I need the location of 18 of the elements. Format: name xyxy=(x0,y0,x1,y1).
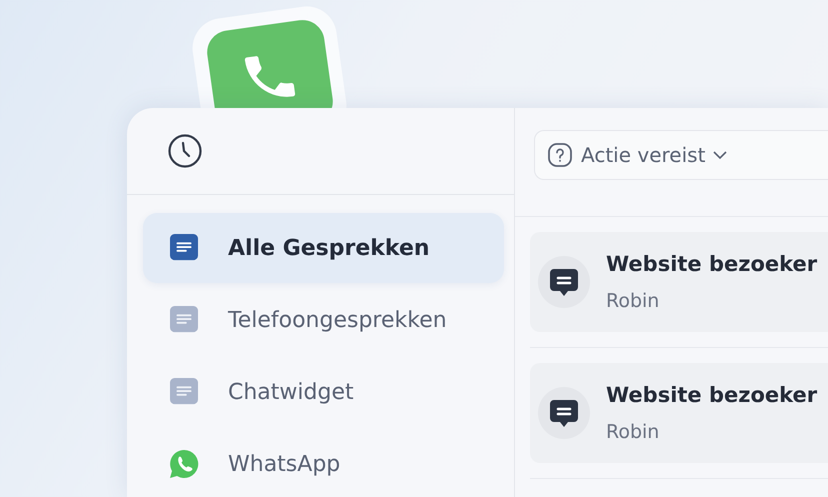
whatsapp-icon xyxy=(168,448,200,480)
conversation-title: Website bezoeker xyxy=(606,252,818,276)
conversation-card[interactable]: Website bezoeker Robin xyxy=(530,363,828,463)
conversation-title: Website bezoeker xyxy=(606,383,818,407)
list-icon xyxy=(168,306,200,334)
list-icon xyxy=(168,378,200,406)
conversation-subtitle: Robin xyxy=(606,290,660,312)
filter-dropdown[interactable]: Actie vereist xyxy=(534,130,828,180)
sidebar-item[interactable]: WhatsApp xyxy=(143,429,504,497)
help-icon xyxy=(547,142,573,168)
sidebar-item[interactable]: Telefoongesprekken xyxy=(143,285,504,355)
list-icon xyxy=(168,234,200,262)
conversation-subtitle: Robin xyxy=(606,421,660,443)
clock-icon[interactable] xyxy=(167,133,203,169)
sidebar-item[interactable]: Chatwidget xyxy=(143,357,504,427)
conversation-card[interactable]: Website bezoeker Robin xyxy=(530,232,828,332)
sidebar-item[interactable]: Alle Gesprekken xyxy=(143,213,504,283)
chevron-down-icon xyxy=(713,150,728,160)
